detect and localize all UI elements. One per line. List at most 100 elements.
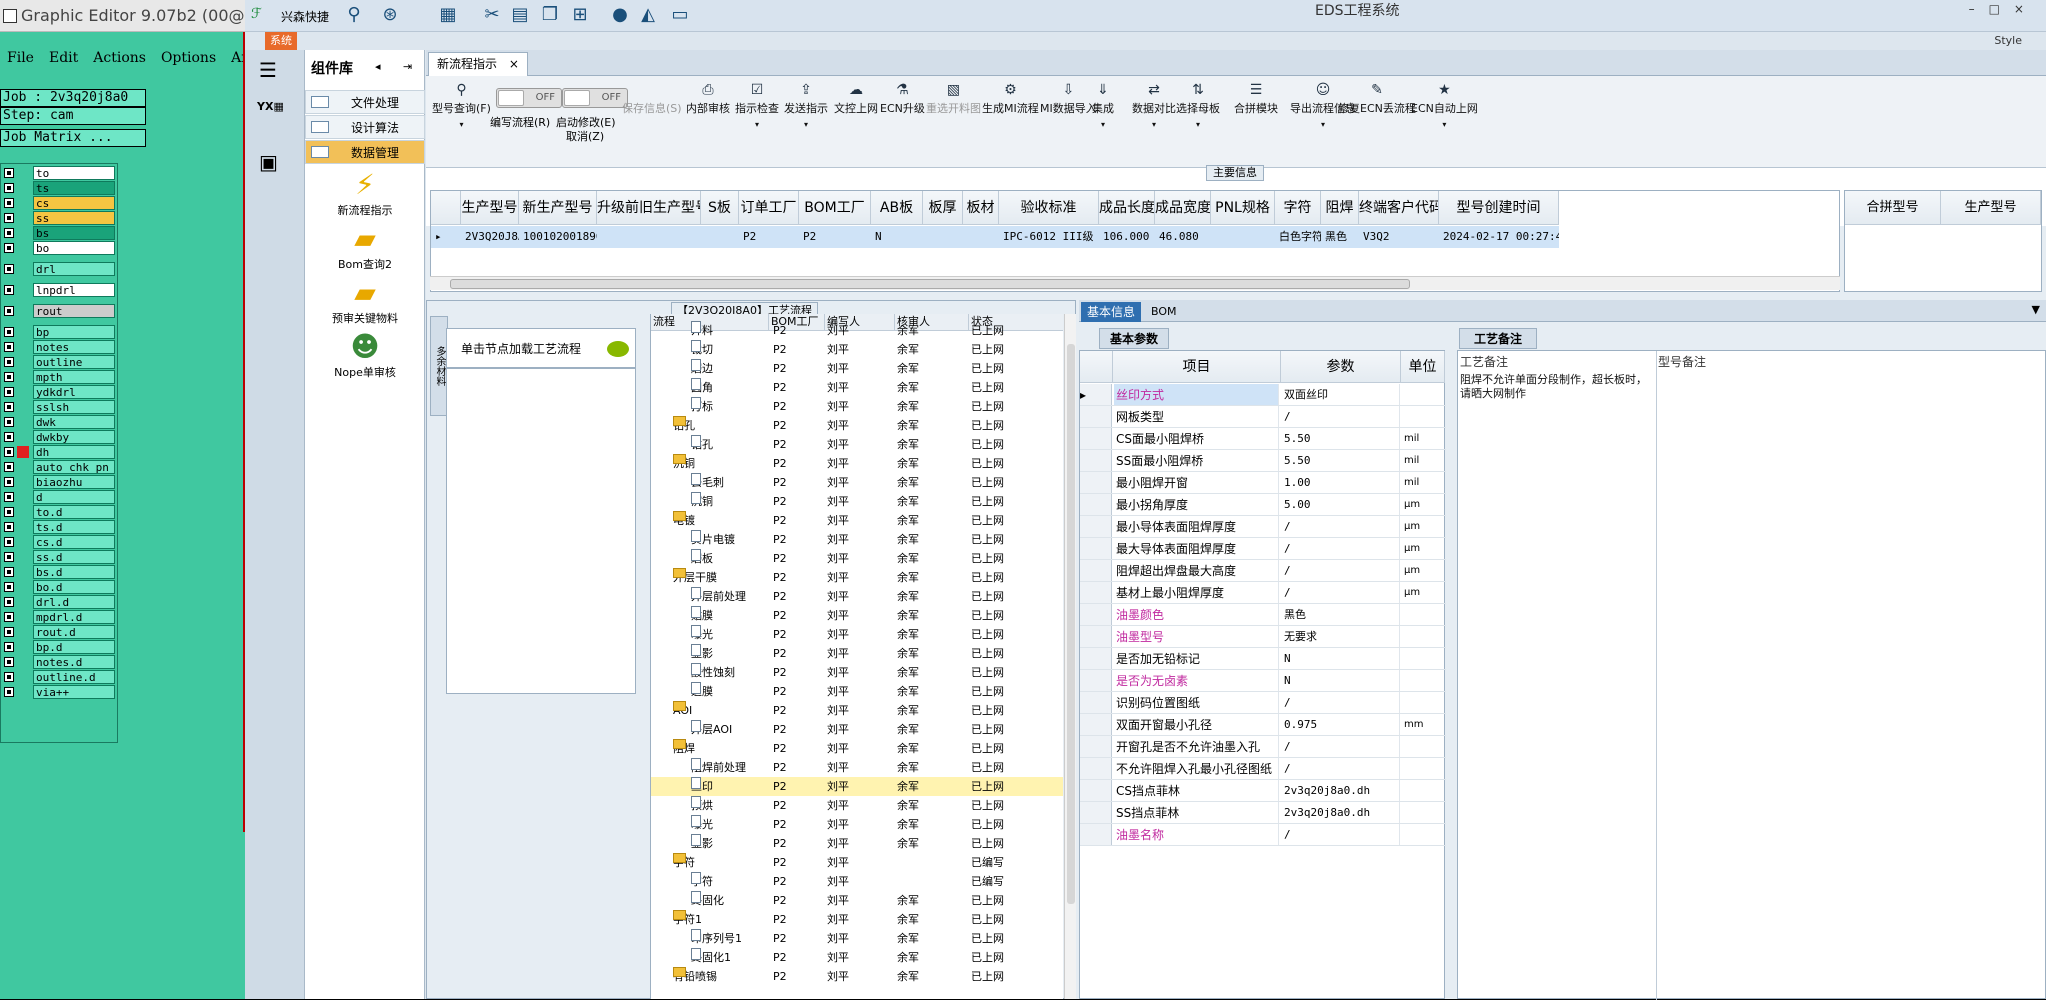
prereview-material[interactable]: ▰ 预审关键物料 (305, 276, 425, 326)
col-header[interactable]: S板 (701, 191, 739, 225)
layer-checkbox[interactable] (4, 228, 14, 238)
param-row[interactable]: SS面最小阻焊桥 5.50 mil (1080, 450, 1446, 472)
tree-row[interactable]: −电镀 P2 刘平 余军 已上网 (651, 511, 1063, 530)
layer-checkbox[interactable] (4, 537, 14, 547)
scroll-thumb[interactable] (450, 279, 1410, 289)
layer-checkbox[interactable] (4, 417, 14, 427)
layer-name[interactable]: outline.d (33, 670, 115, 684)
collapse-icon[interactable]: ◂ (375, 60, 381, 73)
layer-checkbox[interactable] (4, 597, 14, 607)
grid-icon[interactable]: ⊞ (569, 4, 591, 26)
layer-checkbox[interactable] (4, 552, 14, 562)
close-icon[interactable]: × (509, 57, 519, 71)
param-value[interactable]: / (1282, 538, 1400, 559)
tree-node[interactable]: 印序列号1 (691, 929, 742, 948)
grid-cell[interactable]: V3Q2 (1359, 226, 1439, 248)
tree-row[interactable]: 去毛刺 P2 刘平 余军 已上网 (651, 473, 1063, 492)
tree-node[interactable]: −外层干膜 (673, 568, 717, 587)
layer-checkbox[interactable] (4, 342, 14, 352)
layer-checkbox[interactable] (4, 582, 14, 592)
layer-row[interactable]: rout (1, 304, 117, 318)
tab-new-flow[interactable]: 新流程指示 × (428, 52, 528, 76)
param-value[interactable]: 黑色 (1282, 604, 1400, 625)
layer-checkbox[interactable] (4, 447, 14, 457)
tree-row[interactable]: 沉铜 P2 刘平 余军 已上网 (651, 492, 1063, 511)
tree-node[interactable]: 字符 (691, 872, 713, 891)
tree-node[interactable]: −有铅喷锡 (673, 967, 717, 986)
col-header[interactable]: PNL规格 (1211, 191, 1275, 225)
param-row[interactable]: 最小拐角厚度 5.00 μm (1080, 494, 1446, 516)
dropdown-icon[interactable]: ▼ (2032, 303, 2040, 316)
layer-name[interactable]: notes (33, 340, 115, 354)
layer-checkbox[interactable] (4, 567, 14, 577)
grid-cell[interactable]: 2V3Q20J8A0 (461, 226, 519, 248)
tree-node[interactable]: 曝光 (691, 625, 713, 644)
param-value[interactable]: / (1282, 560, 1400, 581)
pin-icon[interactable]: ⇥ (403, 60, 412, 73)
layer-row[interactable]: cs.d (1, 535, 117, 549)
ribbon-button[interactable]: ☑ 指示检查 ▾ (735, 82, 779, 129)
layer-name[interactable]: drl (33, 262, 115, 276)
param-row[interactable]: 是否加无铅标记 N (1080, 648, 1446, 670)
layer-row[interactable]: drl.d (1, 595, 117, 609)
layer-name[interactable]: via++ (33, 685, 115, 699)
layer-name[interactable]: dwk (33, 415, 115, 429)
grid-cell[interactable]: P2 (799, 226, 871, 248)
param-value[interactable]: 2v3q20j8a0.dh (1282, 802, 1400, 823)
menu-icon[interactable]: ☰ (259, 58, 277, 82)
param-value[interactable]: 0.975 (1282, 714, 1400, 735)
undo-label[interactable]: 取消(Z) (566, 128, 604, 144)
param-row[interactable]: CS面最小阻焊桥 5.50 mil (1080, 428, 1446, 450)
param-value[interactable]: / (1282, 824, 1400, 845)
grid-cell[interactable] (701, 226, 739, 248)
param-value[interactable]: 5.50 (1282, 428, 1400, 449)
tree-row[interactable]: −字符 P2 刘平 已编写 (651, 853, 1063, 872)
ribbon-button[interactable]: ☰ 合拼模块 (1234, 82, 1278, 116)
layer-name[interactable]: lnpdrl (33, 283, 115, 297)
tree-row[interactable]: 显影 P2 刘平 余军 已上网 (651, 834, 1063, 853)
layer-name[interactable]: mpdrl.d (33, 610, 115, 624)
tree-node[interactable]: −钻孔 (673, 416, 695, 435)
layer-name[interactable]: to (33, 166, 115, 180)
layer-checkbox[interactable] (4, 507, 14, 517)
layer-name[interactable]: outline (33, 355, 115, 369)
remark-text[interactable]: 阻焊不允许单面分段制作，超长板时，请晒大网制作 (1460, 373, 1650, 401)
layer-checkbox[interactable] (4, 657, 14, 667)
tree-node[interactable]: 丝印 (691, 777, 713, 796)
col-header[interactable]: 生产型号 (1941, 191, 2041, 225)
param-row[interactable]: 识别码位置图纸 / (1080, 692, 1446, 714)
layer-name[interactable]: ss.d (33, 550, 115, 564)
tree-row[interactable]: 字符 P2 刘平 已编写 (651, 872, 1063, 891)
tree-row[interactable]: 终固化 P2 刘平 余军 已上网 (651, 891, 1063, 910)
layer-checkbox[interactable] (4, 432, 14, 442)
param-row[interactable]: 不允许阻焊入孔最小孔径图纸 / (1080, 758, 1446, 780)
ribbon-button[interactable]: ⇅ 选择母板 ▾ (1176, 82, 1220, 129)
layer-row[interactable]: bo.d (1, 580, 117, 594)
tree-row[interactable]: −沉铜 P2 刘平 余军 已上网 (651, 454, 1063, 473)
col-header[interactable]: 生产型号 (461, 191, 519, 225)
grid-cell[interactable]: 2024-02-17 00:27:46 (1439, 226, 1559, 248)
layer-name[interactable]: biaozhu (33, 475, 115, 489)
layer-name[interactable]: ts (33, 181, 115, 195)
tree-node[interactable]: 终固化1 (691, 948, 731, 967)
param-value[interactable]: 1.00 (1282, 472, 1400, 493)
tree-node[interactable]: 外层前处理 (691, 587, 746, 606)
layer-row[interactable]: mpth (1, 370, 117, 384)
col-header[interactable]: 新生产型号 (519, 191, 597, 225)
ribbon-button[interactable]: 保存信息(S) (622, 82, 682, 116)
param-row[interactable]: 基材上最小阻焊厚度 / μm (1080, 582, 1446, 604)
param-row[interactable]: 开窗孔是否不允许油墨入孔 / (1080, 736, 1446, 758)
tree-node[interactable]: 预烘 (691, 796, 713, 815)
tree-row[interactable]: 贴膜 P2 刘平 余军 已上网 (651, 606, 1063, 625)
tree-node[interactable]: 曝光 (691, 815, 713, 834)
layer-checkbox[interactable] (4, 387, 14, 397)
tree-row[interactable]: 开料 P2 刘平 余军 已上网 (651, 321, 1063, 340)
process-remark-tab[interactable]: 工艺备注 (1459, 328, 1538, 349)
layer-name[interactable]: bs.d (33, 565, 115, 579)
layer-name[interactable]: rout (33, 304, 115, 318)
layer-checkbox[interactable] (4, 198, 14, 208)
tree-node[interactable]: 打标 (691, 397, 713, 416)
layer-checkbox[interactable] (4, 264, 14, 274)
ribbon-button[interactable]: ★ ECN自动上网 ▾ (1411, 82, 1478, 129)
layer-name[interactable]: drl.d (33, 595, 115, 609)
